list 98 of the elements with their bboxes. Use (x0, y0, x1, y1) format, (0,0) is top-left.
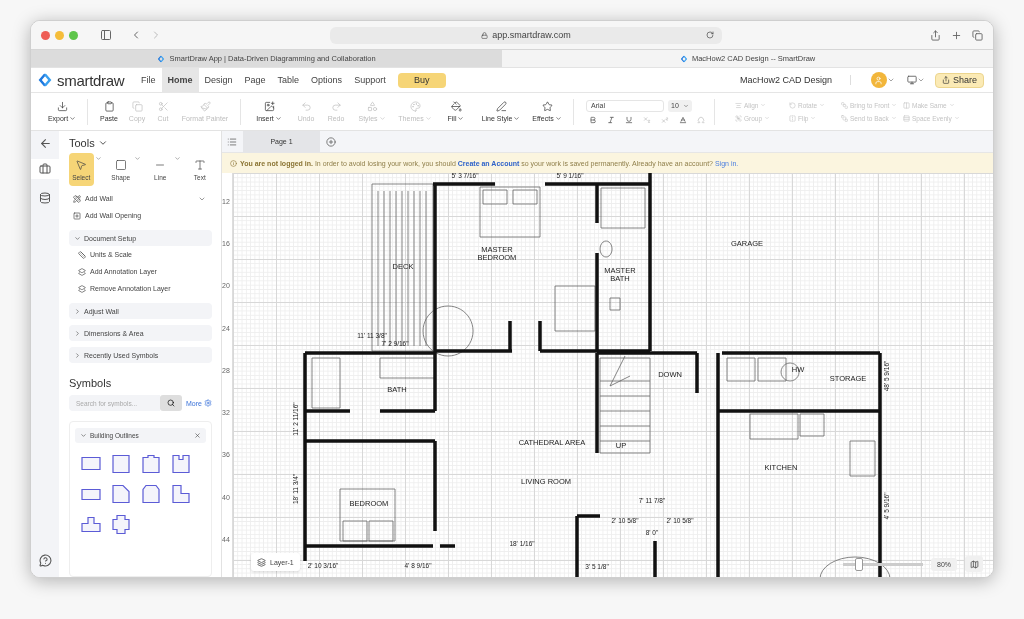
document-title: MacHow2 CAD Design (739, 75, 851, 85)
building-outline-icon[interactable] (140, 483, 162, 505)
layers-icon (78, 267, 86, 276)
drawing-canvas[interactable] (233, 173, 993, 577)
caret-icon (683, 102, 689, 109)
caret-icon (424, 115, 432, 122)
building-outline-icon[interactable] (110, 513, 132, 535)
rows-icon (903, 114, 910, 122)
brush-icon (199, 101, 211, 112)
pages-menu-icon[interactable] (227, 136, 237, 147)
smartdraw-logo-icon (679, 54, 688, 63)
chevron-icon (74, 351, 81, 359)
slider-thumb[interactable] (855, 557, 863, 571)
download-icon (56, 101, 68, 112)
group-icon (735, 114, 742, 122)
caret-icon[interactable] (97, 138, 108, 148)
copy-icon (131, 101, 143, 112)
add-page-icon[interactable] (326, 136, 336, 147)
map-button[interactable] (965, 556, 983, 572)
caret-icon (513, 115, 521, 122)
menu-tab[interactable]: Home (161, 67, 199, 93)
shapes-icon (366, 101, 378, 112)
caret-icon[interactable] (886, 76, 895, 84)
info-icon (230, 159, 237, 167)
caret-icon (69, 115, 77, 122)
rotate-icon (789, 101, 796, 109)
share-button[interactable]: Share (934, 72, 984, 88)
close-icon[interactable] (194, 432, 201, 439)
menu-tab[interactable]: Support (348, 67, 392, 93)
lock-icon (481, 31, 489, 39)
paint-bucket-icon (450, 101, 462, 112)
share-icon (941, 76, 950, 84)
search-button[interactable] (160, 395, 182, 411)
caret-icon (74, 234, 81, 242)
image-icon (263, 101, 275, 112)
pointer-icon (75, 158, 88, 171)
map-icon (969, 559, 979, 569)
gear-icon (203, 399, 212, 407)
building-outline-icon[interactable] (110, 453, 132, 475)
database-icon (39, 192, 51, 204)
building-outline-icon[interactable] (110, 483, 132, 505)
caret-icon[interactable] (916, 76, 925, 84)
ruler-icon (78, 250, 86, 259)
window-controls-icon[interactable] (41, 30, 78, 40)
text-icon (193, 158, 206, 171)
caret-icon (274, 115, 282, 122)
back-icon[interactable] (38, 137, 52, 150)
layers-icon (78, 284, 86, 293)
undo-icon (300, 101, 312, 112)
menu-tab[interactable]: Page (238, 67, 272, 93)
tabs-icon[interactable] (972, 29, 983, 41)
clipboard-icon (103, 101, 115, 112)
chevron-icon (74, 329, 81, 337)
search-icon (167, 399, 175, 407)
bold-icon[interactable] (589, 115, 597, 124)
building-outline-icon[interactable] (170, 453, 192, 475)
zoom-slider[interactable] (843, 557, 923, 571)
underline-icon[interactable] (625, 115, 633, 124)
app-logo: smartdraw (57, 71, 125, 89)
section-title: Symbols (69, 377, 112, 389)
caret-icon (457, 115, 465, 122)
smartdraw-logo-icon (157, 54, 166, 63)
reload-icon[interactable] (706, 31, 714, 39)
toolbox-button[interactable] (31, 159, 59, 179)
columns-icon (903, 101, 910, 109)
panel-title: Tools (69, 137, 95, 149)
send-back-icon (841, 114, 848, 122)
flip-icon (789, 114, 796, 122)
layers-icon (257, 557, 266, 567)
help-icon[interactable] (38, 554, 52, 567)
building-outline-icon[interactable] (140, 453, 162, 475)
address-field[interactable]: app.smartdraw.com (330, 26, 722, 44)
sidebar-icon[interactable] (100, 29, 112, 41)
italic-icon[interactable] (607, 115, 615, 124)
present-icon[interactable] (906, 75, 917, 85)
text-color-icon[interactable] (679, 115, 687, 124)
buy-button[interactable]: Buy (397, 72, 446, 88)
pen-icon (495, 101, 507, 112)
chevron-icon (74, 307, 81, 315)
smartdraw-logo-icon (37, 72, 53, 88)
redo-icon (330, 101, 342, 112)
bring-front-icon (841, 101, 848, 109)
caret-icon (378, 115, 386, 122)
palette-icon (409, 101, 421, 112)
briefcase-icon (39, 163, 51, 175)
share-icon[interactable] (930, 29, 941, 41)
caret-icon (554, 115, 562, 122)
star-icon (541, 101, 553, 112)
menu-tab[interactable]: File (135, 67, 162, 93)
new-tab-icon[interactable] (951, 29, 962, 41)
rectangle-icon (114, 158, 127, 171)
menu-tab[interactable]: Design (198, 67, 239, 93)
align-icon (735, 101, 742, 109)
menu-tab[interactable]: Options (305, 67, 349, 93)
menu-tab[interactable]: Table (271, 67, 306, 93)
caret-icon (80, 432, 87, 439)
building-outline-icon[interactable] (170, 483, 192, 505)
scissors-icon (157, 101, 169, 112)
